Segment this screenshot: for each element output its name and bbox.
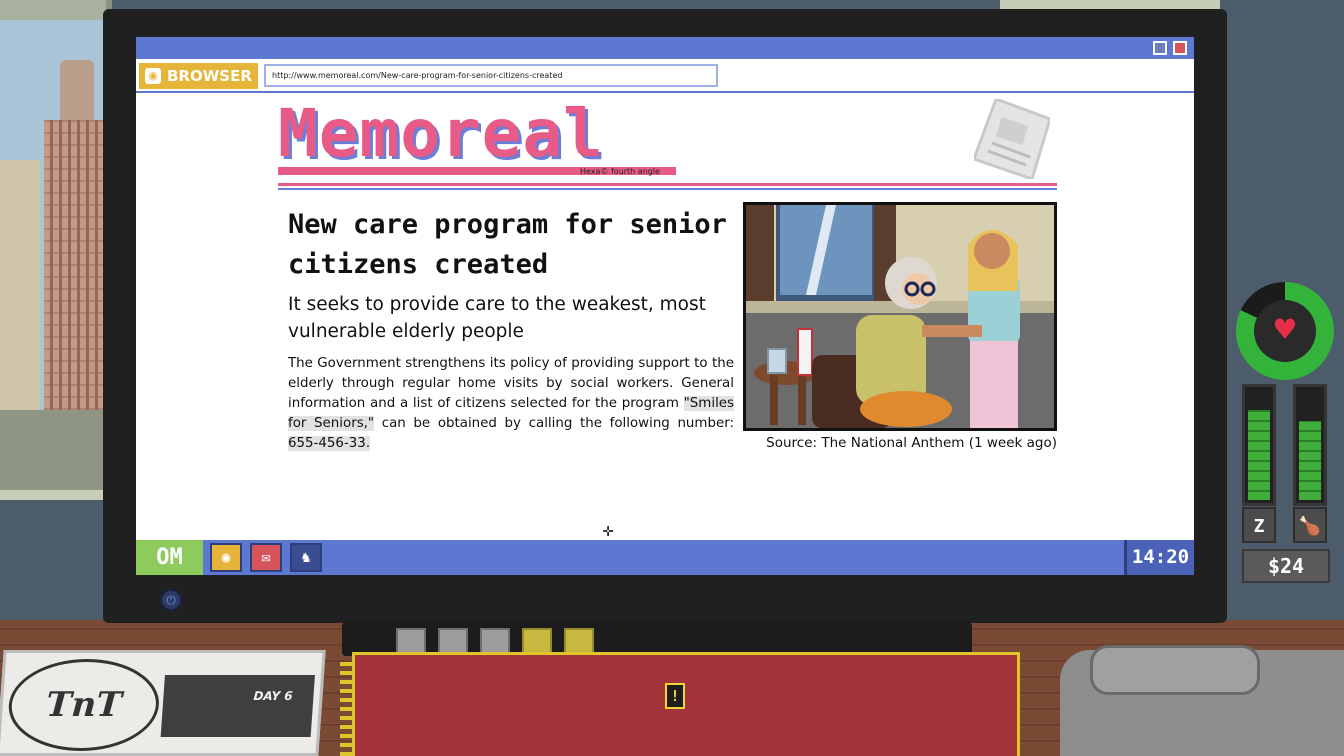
url-input[interactable]: http://www.memoreal.com/New-care-program… xyxy=(264,64,718,87)
article-body-middle: can be obtained by calling the following… xyxy=(374,416,734,431)
article-image xyxy=(743,202,1057,431)
site-logo[interactable]: Memoreal xyxy=(278,99,604,169)
desk-newspaper[interactable]: TnT DAY 6 xyxy=(0,650,326,756)
money-display: $24 xyxy=(1242,549,1330,583)
header-rule-blue xyxy=(278,188,1057,190)
browser-icon: ◉ xyxy=(145,68,161,84)
food-meter xyxy=(1293,384,1327,506)
window-titlebar xyxy=(136,37,1194,59)
apartment-window xyxy=(0,0,112,500)
image-caption: Source: The National Anthem (1 week ago) xyxy=(766,435,1057,451)
header-rule-pink xyxy=(278,183,1057,186)
phone-number-highlight[interactable]: 655-456-33. xyxy=(288,436,371,451)
monitor-screen: ◉ BROWSER http://www.memoreal.com/New-ca… xyxy=(136,37,1194,575)
article-body: The Government strengthens its policy of… xyxy=(288,354,734,454)
power-button[interactable]: ⏻ xyxy=(160,589,182,611)
taskbar-clock: 14:20 xyxy=(1124,540,1194,575)
water-tower xyxy=(60,60,94,120)
browser-label: ◉ BROWSER xyxy=(139,63,258,89)
sleep-icon: Z xyxy=(1242,507,1276,543)
food-meter-fill xyxy=(1299,420,1321,500)
food-icon: 🍗 xyxy=(1293,507,1327,543)
tnt-app-icon[interactable]: ♞ xyxy=(290,543,322,572)
phone-handset[interactable] xyxy=(1090,645,1260,695)
browser-app-icon[interactable]: ◉ xyxy=(210,543,242,572)
heart-icon: ♥ xyxy=(1254,300,1316,362)
caregiver-illustration xyxy=(746,205,1054,428)
close-button[interactable] xyxy=(1173,41,1187,55)
start-button[interactable]: OM xyxy=(136,540,203,575)
browser-label-text: BROWSER xyxy=(167,67,252,85)
alert-icon[interactable]: ! xyxy=(665,683,685,709)
minimize-button[interactable] xyxy=(1153,41,1167,55)
day-counter: DAY 6 xyxy=(253,689,294,703)
newspaper-icon xyxy=(974,99,1050,179)
browser-address-bar: ◉ BROWSER http://www.memoreal.com/New-ca… xyxy=(136,59,1194,93)
sleep-meter-fill xyxy=(1248,409,1270,500)
taskbar: OM ◉ ✉ ♞ 14:20 xyxy=(136,537,1194,575)
article-headline: New care program for senior citizens cre… xyxy=(288,209,727,280)
newspaper-logo: TnT xyxy=(5,659,163,751)
window-sill xyxy=(0,410,112,490)
article-subheadline: It seeks to provide care to the weakest,… xyxy=(288,294,706,342)
newspaper-header-box: DAY 6 xyxy=(160,675,315,737)
logo-subtitle: Hexa© fourth angle xyxy=(580,167,660,176)
mail-app-icon[interactable]: ✉ xyxy=(250,543,282,572)
sleep-meter xyxy=(1242,384,1276,506)
article-body-intro: The Government strengthens its policy of… xyxy=(288,356,734,411)
notebook[interactable] xyxy=(352,652,1020,756)
